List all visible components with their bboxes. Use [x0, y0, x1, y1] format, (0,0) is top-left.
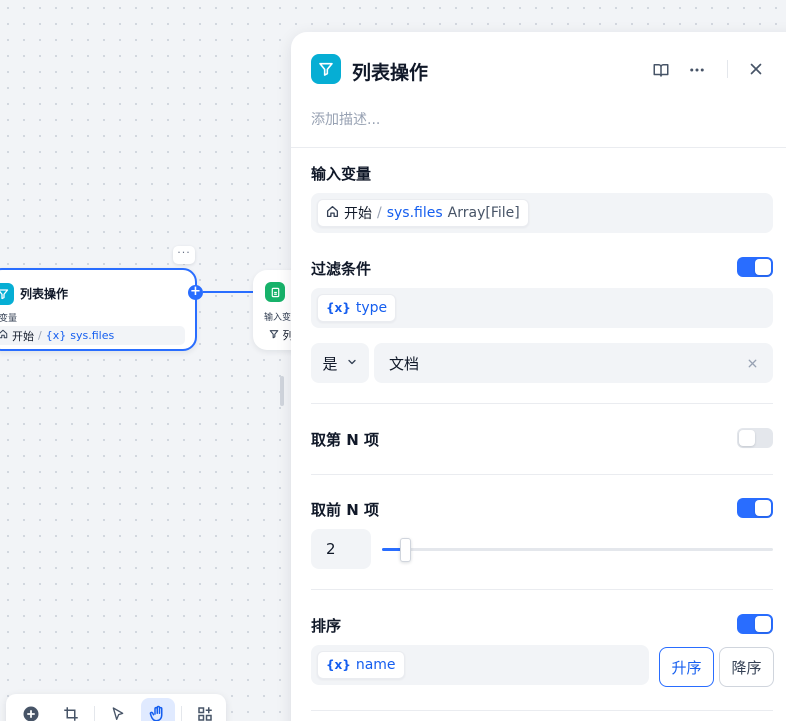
- filter-conditions-label: 过滤条件: [311, 260, 372, 278]
- nth-item-label: 取第 N 项: [311, 431, 379, 449]
- sort-ascending-button[interactable]: 升序: [659, 647, 714, 687]
- node-input-label: 入变量: [0, 314, 18, 324]
- organize-button[interactable]: [54, 698, 88, 721]
- filter-operator-value: 是: [322, 354, 338, 373]
- filter-value-input[interactable]: 文档: [374, 343, 773, 383]
- document-extractor-icon: [265, 282, 285, 302]
- node-var-source: 开始: [12, 329, 34, 343]
- node-var-separator: /: [38, 329, 42, 342]
- variable-separator: /: [377, 205, 382, 221]
- panel-title[interactable]: 列表操作: [352, 58, 428, 85]
- node-var-name: sys.files: [70, 329, 115, 342]
- next-node-input-label: 输入变: [264, 313, 292, 323]
- toolbar-divider: [181, 706, 182, 721]
- filter-toggle[interactable]: [737, 257, 773, 277]
- more-tools-button[interactable]: [188, 698, 222, 721]
- variable-source: 开始: [344, 206, 372, 222]
- add-node-button[interactable]: [14, 698, 48, 721]
- close-icon[interactable]: [747, 60, 765, 82]
- sort-variable-chip[interactable]: {x} name: [317, 651, 405, 679]
- home-icon: [0, 329, 8, 342]
- section-divider: [311, 589, 773, 590]
- first-n-input[interactable]: 2: [311, 529, 371, 569]
- input-variable-chip[interactable]: 开始 / sys.files Array[File]: [317, 199, 529, 227]
- nth-item-toggle[interactable]: [737, 428, 773, 448]
- list-operation-node[interactable]: 列表操作 入变量 开始 / {x} sys.files: [0, 268, 197, 351]
- filter-value: 文档: [389, 354, 420, 373]
- section-divider: [311, 474, 773, 475]
- pointer-mode-button[interactable]: [101, 698, 135, 721]
- description-input[interactable]: 添加描述...: [311, 109, 380, 129]
- node-title: 列表操作: [20, 287, 69, 301]
- panel-resize-handle[interactable]: [280, 376, 284, 406]
- filter-variable-name: type: [355, 300, 388, 316]
- next-node-variable: 列: [269, 327, 294, 343]
- node-more-button[interactable]: ···: [173, 246, 195, 264]
- first-n-label: 取前 N 项: [311, 501, 379, 519]
- section-divider: [291, 147, 786, 148]
- first-n-toggle[interactable]: [737, 498, 773, 518]
- variable-name: sys.files: [386, 205, 443, 221]
- filter-icon: [269, 329, 283, 342]
- clear-icon[interactable]: [746, 356, 759, 374]
- node-settings-panel: 列表操作 添加描述... 输入变量 开始 / sys.files Array[F…: [291, 32, 786, 721]
- sort-label: 排序: [311, 617, 342, 635]
- sort-variable-name: name: [355, 657, 396, 673]
- filter-variable-chip[interactable]: {x} type: [317, 294, 397, 322]
- variable-icon: {x}: [326, 658, 351, 672]
- first-n-slider-track[interactable]: [382, 548, 773, 551]
- filter-icon: [311, 54, 341, 84]
- chevron-down-icon: [346, 354, 358, 372]
- sort-toggle[interactable]: [737, 614, 773, 634]
- input-variable-label: 输入变量: [311, 165, 372, 183]
- variable-icon: {x}: [326, 301, 351, 315]
- variable-type: Array[File]: [447, 205, 520, 221]
- canvas-toolbar: [6, 694, 226, 721]
- filter-icon: [0, 283, 14, 305]
- home-icon: [326, 205, 339, 222]
- header-divider: [727, 60, 728, 78]
- section-divider: [311, 710, 773, 711]
- node-input-variable: 开始 / {x} sys.files: [0, 326, 185, 345]
- book-icon[interactable]: [651, 61, 671, 83]
- sort-descending-button[interactable]: 降序: [719, 647, 774, 687]
- filter-operator-select[interactable]: 是: [311, 343, 369, 383]
- section-divider: [311, 403, 773, 404]
- add-next-node-handle[interactable]: +: [188, 285, 203, 300]
- hand-mode-button[interactable]: [141, 698, 175, 721]
- toolbar-divider: [94, 706, 95, 721]
- more-options-icon[interactable]: [687, 61, 707, 83]
- first-n-slider-thumb[interactable]: [400, 538, 412, 562]
- variable-icon: {x}: [45, 329, 67, 342]
- node-connection-edge: [203, 291, 255, 293]
